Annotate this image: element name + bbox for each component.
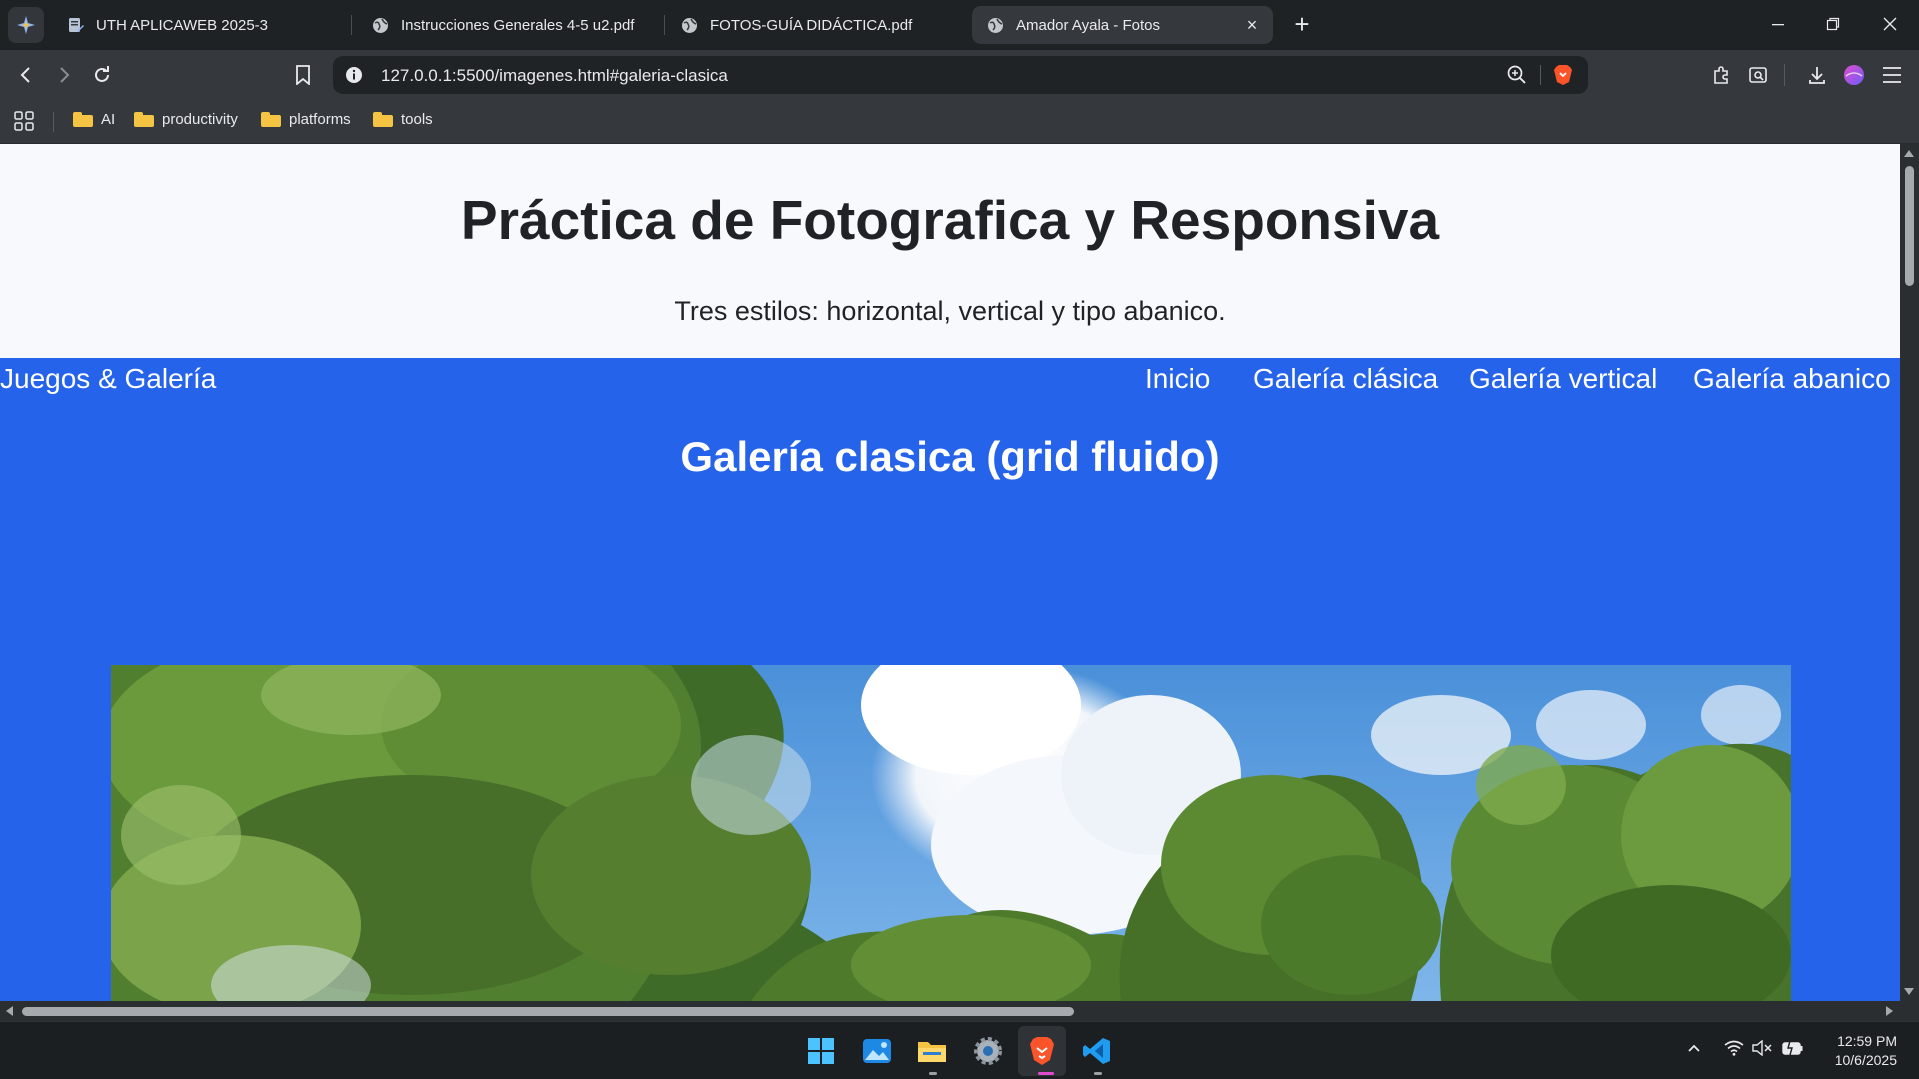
folder-icon xyxy=(373,112,393,127)
brave-shields-icon[interactable] xyxy=(1552,64,1574,91)
site-header: Práctica de Fotografica y Responsiva Tre… xyxy=(0,144,1900,358)
new-tab-button[interactable]: + xyxy=(1289,11,1315,38)
wallet-icon[interactable] xyxy=(1745,62,1771,88)
bookmark-folder-tools[interactable]: tools xyxy=(373,111,433,128)
tab-label: Instrucciones Generales 4-5 u2.pdf xyxy=(401,16,635,34)
zoom-icon[interactable] xyxy=(1507,65,1527,90)
tab-label: Amador Ayala - Fotos xyxy=(1016,16,1160,34)
tab-label: FOTOS-GUÍA DIDÁCTICA.pdf xyxy=(710,16,913,34)
tab-separator xyxy=(664,15,665,35)
browser-toolbar: 127.0.0.1:5500/imagenes.html#galeria-cla… xyxy=(0,50,1919,100)
globe-icon xyxy=(986,16,1004,34)
tab-fotos-guia-pdf[interactable]: FOTOS-GUÍA DIDÁCTICA.pdf xyxy=(666,6,966,44)
back-arrow-icon[interactable] xyxy=(14,62,40,88)
main-menu-icon[interactable] xyxy=(1879,62,1905,88)
urlbar-divider xyxy=(1540,65,1541,85)
reload-icon[interactable] xyxy=(89,62,115,88)
bookmark-folder-platforms[interactable]: platforms xyxy=(261,111,351,128)
restore-icon[interactable] xyxy=(1820,12,1846,38)
bookmark-label: AI xyxy=(101,111,116,128)
close-window-icon[interactable] xyxy=(1877,12,1903,38)
close-tab-icon[interactable]: × xyxy=(1243,16,1261,34)
bookmark-label: tools xyxy=(401,111,433,128)
bookmark-label: platforms xyxy=(289,111,351,128)
tab-amador-ayala-fotos[interactable]: Amador Ayala - Fotos × xyxy=(972,6,1273,44)
minimize-icon[interactable] xyxy=(1765,12,1791,38)
vscode-icon[interactable] xyxy=(1080,1034,1114,1068)
site-brand-link[interactable]: Juegos & Galería xyxy=(0,363,216,395)
extensions-icon[interactable] xyxy=(1708,62,1734,88)
bookmark-label: productivity xyxy=(162,111,238,128)
clock-date: 10/6/2025 xyxy=(1834,1052,1897,1068)
volume-muted-icon[interactable] xyxy=(1752,1039,1772,1061)
document-edit-icon xyxy=(66,16,84,34)
tab-strip: UTH APLICAWEB 2025-3 Instrucciones Gener… xyxy=(0,0,1919,50)
page-viewport: Práctica de Fotografica y Responsiva Tre… xyxy=(0,144,1900,1001)
nav-link-inicio[interactable]: Inicio xyxy=(1145,363,1210,395)
start-icon[interactable] xyxy=(804,1034,838,1068)
vertical-scrollbar[interactable] xyxy=(1900,144,1919,1001)
folder-icon xyxy=(73,112,93,127)
horizontal-scrollbar[interactable] xyxy=(0,1001,1900,1021)
horizontal-scroll-thumb[interactable] xyxy=(22,1007,1074,1016)
folder-icon xyxy=(261,112,281,127)
photos-icon[interactable] xyxy=(860,1034,894,1068)
file-explorer-icon[interactable] xyxy=(915,1034,949,1068)
nav-link-galeria-vertical[interactable]: Galería vertical xyxy=(1469,363,1657,395)
gallery-photo[interactable] xyxy=(111,665,1791,1001)
bookmarks-divider xyxy=(53,112,54,132)
wifi-icon[interactable] xyxy=(1724,1040,1744,1061)
tab-uth-aplicaweb[interactable]: UTH APLICAWEB 2025-3 xyxy=(52,6,340,44)
site-info-icon[interactable] xyxy=(345,66,363,89)
gallery-section: Juegos & Galería Inicio Galería clásica … xyxy=(0,358,1900,1001)
vertical-scroll-thumb[interactable] xyxy=(1905,166,1914,286)
forward-arrow-icon[interactable] xyxy=(51,62,77,88)
globe-icon xyxy=(371,16,389,34)
running-indicator xyxy=(1094,1072,1102,1075)
sparkle-icon xyxy=(17,16,35,34)
page-subtitle: Tres estilos: horizontal, vertical y tip… xyxy=(674,296,1226,326)
screen: UTH APLICAWEB 2025-3 Instrucciones Gener… xyxy=(0,0,1919,1079)
active-indicator xyxy=(1038,1072,1054,1075)
scroll-right-arrow-icon[interactable] xyxy=(1886,1006,1893,1016)
tab-separator xyxy=(351,15,352,35)
brave-browser-icon[interactable] xyxy=(1025,1034,1059,1068)
page-title: Práctica de Fotografica y Responsiva xyxy=(460,189,1440,251)
bookmark-folder-ai[interactable]: AI xyxy=(73,111,115,128)
url-text: 127.0.0.1:5500/imagenes.html#galeria-cla… xyxy=(381,66,728,85)
folder-icon xyxy=(134,112,154,127)
address-bar[interactable]: 127.0.0.1:5500/imagenes.html#galeria-cla… xyxy=(333,56,1588,94)
browser-menu-button[interactable] xyxy=(8,7,44,43)
system-clock[interactable]: 12:59 PM 10/6/2025 xyxy=(1800,1032,1897,1070)
scroll-left-arrow-icon[interactable] xyxy=(6,1006,13,1016)
bookmark-folder-productivity[interactable]: productivity xyxy=(134,111,238,128)
toolbar-divider xyxy=(1784,64,1785,86)
chevron-up-icon[interactable] xyxy=(1686,1040,1702,1061)
nav-link-galeria-clasica[interactable]: Galería clásica xyxy=(1253,363,1438,395)
bookmarks-bar: AI productivity platforms tools xyxy=(0,100,1919,144)
section-title: Galería clasica (grid fluido) xyxy=(680,433,1220,480)
nav-link-galeria-abanico[interactable]: Galería abanico xyxy=(1693,363,1891,395)
apps-grid-icon[interactable] xyxy=(14,111,34,136)
scrollbar-corner xyxy=(1900,1001,1919,1021)
clock-time: 12:59 PM xyxy=(1837,1033,1897,1049)
bookmark-icon[interactable] xyxy=(290,62,316,88)
tab-instrucciones-pdf[interactable]: Instrucciones Generales 4-5 u2.pdf xyxy=(357,6,657,44)
globe-icon xyxy=(680,16,698,34)
scroll-up-arrow-icon[interactable] xyxy=(1904,150,1914,157)
profile-avatar-icon[interactable] xyxy=(1841,62,1867,88)
scroll-down-arrow-icon[interactable] xyxy=(1904,988,1914,995)
trees-sky-photo xyxy=(111,665,1791,1001)
tab-label: UTH APLICAWEB 2025-3 xyxy=(96,16,269,34)
taskbar: 12:59 PM 10/6/2025 xyxy=(0,1021,1919,1079)
settings-icon[interactable] xyxy=(971,1034,1005,1068)
running-indicator xyxy=(929,1072,937,1075)
download-icon[interactable] xyxy=(1804,62,1830,88)
